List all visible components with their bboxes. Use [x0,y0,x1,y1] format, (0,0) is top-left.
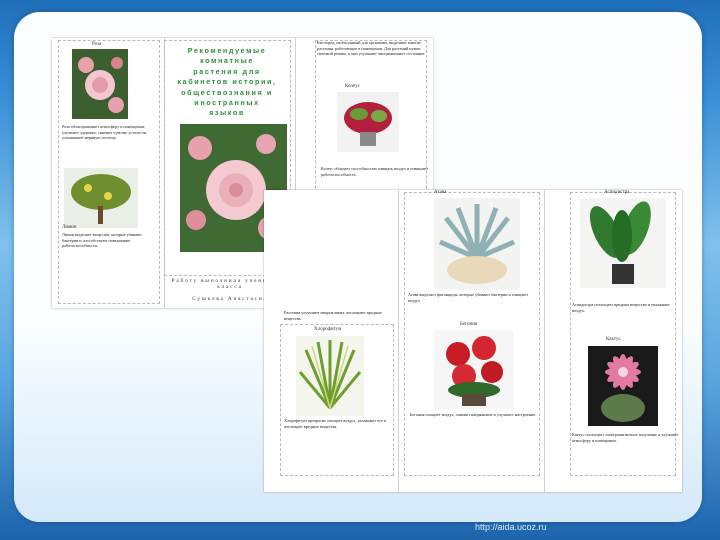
begonia-text: Бегония очищает воздух, снимает напряжен… [410,412,537,417]
brochure2-panel-right: Аспидистра Аспидистра поглощает вредные … [544,190,682,492]
lemon-caption: Лимон [62,225,77,230]
aspidistra-caption: Аспидистра [604,190,630,195]
aspidistra-photo [580,198,666,288]
begonia-photo [434,330,514,410]
begonia-caption: Бегония [460,322,478,327]
rose-text: Роза облагораживает атмосферу в помещени… [62,124,148,141]
chlorophytum-text: Хлорофитум прекрасно очищает воздух, увл… [284,418,387,429]
coleus-photo [337,92,399,152]
cactus-photo [588,346,658,426]
watermark: http://aida.ucoz.ru [475,522,547,532]
brochure1-title: Рекомендуемые комнатные растения для каб… [177,46,277,118]
rose-photo [72,49,128,119]
aspidistra-text: Аспидистра поглощает вредные вещества и … [572,302,670,313]
chlorophytum-caption: Хлорофитум [314,327,342,332]
brochure2-panel-middle: Агава Агава выделяет фитонциды, которые … [398,190,545,492]
lemon-photo [64,168,138,228]
coleus-text: Колеус обладает способностью очищать воз… [321,166,429,177]
brochure2-top-text: Растения улучшают микроклимат, поглощают… [284,310,382,321]
chlorophytum-photo [296,336,364,416]
brochure-page-2: Растения улучшают микроклимат, поглощают… [264,190,682,492]
coleus-caption: Колеус [345,84,360,89]
cactus-caption: Кактус [606,337,621,342]
agave-caption: Агава [434,190,447,195]
cactus-text: Кактус поглощает электромагнитное излуче… [572,432,679,443]
brochure1-top-text: Кислород, необходимый для организма, выд… [317,40,426,57]
brochure2-panel-left: Растения улучшают микроклимат, поглощают… [264,190,399,492]
rose-caption: Роза [92,42,102,47]
agave-photo [434,198,520,290]
lemon-text: Лимон выделяет вещества, которые убивают… [62,232,142,249]
agave-text: Агава выделяет фитонциды, которые убиваю… [408,292,529,303]
brochure1-panel-left: Роза Роза облагораживает атмосферу в пом… [52,38,165,308]
